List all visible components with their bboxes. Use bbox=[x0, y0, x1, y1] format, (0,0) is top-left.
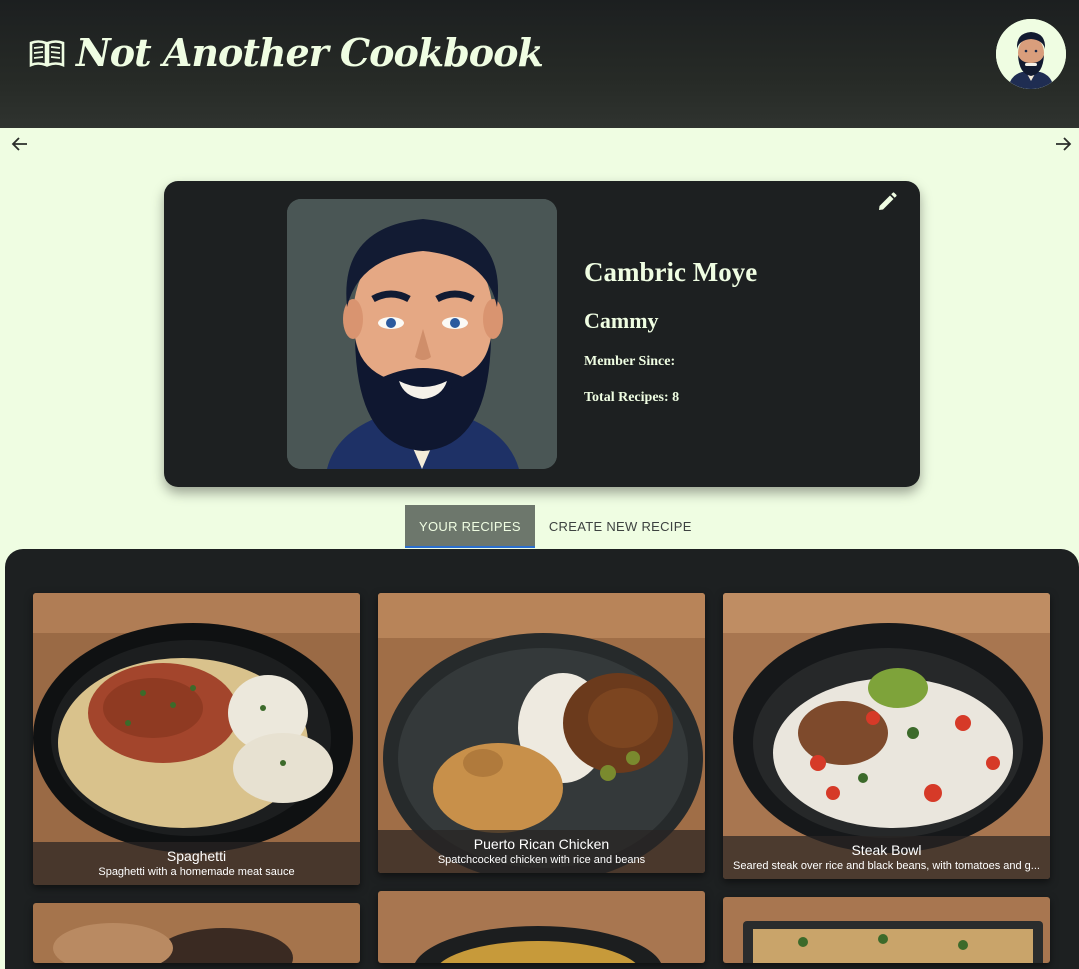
profile-name: Cambric Moye bbox=[584, 257, 758, 287]
recipe-caption: Steak Bowl Seared steak over rice and bl… bbox=[723, 836, 1050, 879]
recipe-title: Puerto Rican Chicken bbox=[473, 836, 610, 852]
total-recipes: Total Recipes: 8 bbox=[584, 390, 680, 405]
recipe-image bbox=[33, 903, 360, 963]
profile-info: Cambric Moye Cammy Member Since: Total R… bbox=[584, 257, 757, 426]
user-avatar[interactable] bbox=[996, 19, 1066, 89]
recipe-card[interactable]: Spaghetti Spaghetti with a homemade meat… bbox=[33, 593, 360, 885]
profile-photo bbox=[287, 199, 557, 469]
recipe-card[interactable] bbox=[378, 891, 705, 963]
recipe-image bbox=[723, 897, 1050, 963]
profile-nickname: Cammy bbox=[584, 308, 659, 333]
member-since: Member Since: bbox=[584, 354, 676, 369]
tab-create-new-recipe[interactable]: CREATE NEW RECIPE bbox=[535, 505, 706, 548]
recipes-panel: Spaghetti Spaghetti with a homemade meat… bbox=[5, 549, 1079, 969]
recipe-card[interactable]: Steak Bowl Seared steak over rice and bl… bbox=[723, 593, 1050, 879]
recipe-tabs: YOUR RECIPES CREATE NEW RECIPE bbox=[405, 505, 706, 548]
recipe-description: Spatchcocked chicken with rice and beans bbox=[437, 854, 646, 866]
tab-your-recipes[interactable]: YOUR RECIPES bbox=[405, 505, 535, 548]
recipe-title: Steak Bowl bbox=[851, 842, 922, 858]
profile-card: Cambric Moye Cammy Member Since: Total R… bbox=[164, 181, 920, 487]
recipe-card[interactable] bbox=[723, 897, 1050, 963]
recipe-caption: Spaghetti Spaghetti with a homemade meat… bbox=[33, 842, 360, 885]
recipe-caption: Puerto Rican Chicken Spatchcocked chicke… bbox=[378, 830, 705, 873]
recipe-description: Seared steak over rice and black beans, … bbox=[733, 860, 1040, 872]
avatar-portrait bbox=[996, 19, 1066, 89]
app-header: Not Another Cookbook bbox=[0, 0, 1079, 128]
arrow-left-icon[interactable] bbox=[10, 134, 30, 154]
recipe-title: Spaghetti bbox=[166, 848, 227, 864]
arrow-right-icon[interactable] bbox=[1053, 134, 1073, 154]
brand[interactable]: Not Another Cookbook bbox=[28, 30, 544, 75]
recipe-description: Spaghetti with a homemade meat sauce bbox=[98, 866, 295, 878]
recipe-card[interactable]: Puerto Rican Chicken Spatchcocked chicke… bbox=[378, 593, 705, 873]
recipe-image bbox=[378, 891, 705, 963]
book-open-icon bbox=[29, 39, 65, 67]
pencil-icon[interactable] bbox=[876, 191, 898, 213]
recipe-card[interactable] bbox=[33, 903, 360, 963]
app-title: Not Another Cookbook bbox=[76, 30, 544, 75]
